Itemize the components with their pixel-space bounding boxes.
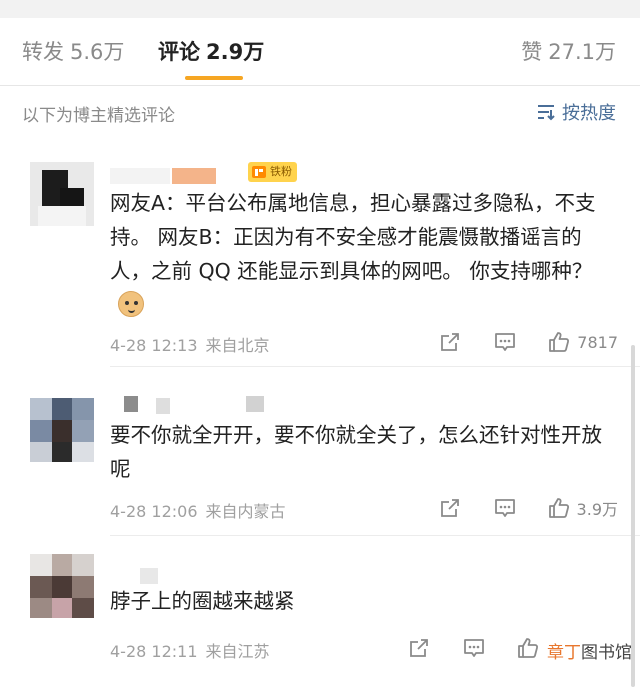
share-button[interactable] [439,497,461,519]
watermark: 章丁图书馆 [547,638,632,663]
avatar[interactable] [30,554,94,618]
top-band [0,0,640,18]
like-count: 3.9万 [576,500,618,519]
fan-badge-label: 铁粉 [270,165,292,178]
fan-badge: 铁粉 [248,162,297,182]
comment-actions: 3.9万 [439,496,618,520]
comment-item: 脖子上的圈越来越紧 4-28 12:11 来自江苏 [0,548,640,687]
reply-button[interactable] [493,331,517,353]
tab-reposts[interactable]: 转发 5.6万 [22,36,124,66]
comment-text-content: 脖子上的圈越来越紧 [110,589,295,613]
comment-bubble-icon [495,333,516,351]
tab-bar: 转发 5.6万 评论 2.9万 赞 27.1万 [0,18,640,86]
avatar[interactable] [30,162,94,226]
comment-item: 铁粉 网友A：平台公布属地信息，担心暴露过多隐私，不支持。 网友B：正因为有不安… [0,150,640,368]
comment-location: 来自内蒙古 [205,502,286,521]
like-button[interactable] [516,636,546,660]
comment-actions [408,636,546,660]
doge-emoji-icon [118,291,144,317]
comment-time: 4-28 12:06 [110,502,198,521]
comment-location: 来自北京 [205,336,270,355]
tab-comments[interactable]: 评论 2.9万 [158,36,264,66]
thumbs-up-icon [518,638,539,658]
avatar[interactable] [30,398,94,462]
watermark-text: 图书馆 [581,643,632,663]
tab-comments-label: 评论 [158,40,200,64]
username-blurred[interactable] [110,168,170,184]
thumbs-up-icon [548,498,569,518]
tab-likes-label: 赞 [521,40,543,64]
fan-badge-icon [252,166,266,178]
share-button[interactable] [408,637,430,659]
comment-meta: 4-28 12:11 来自江苏 [110,638,270,662]
sort-by-hot-button[interactable]: 按热度 [536,99,616,125]
like-count: 7817 [577,332,618,352]
comment-time: 4-28 12:11 [110,642,198,661]
comment-meta: 4-28 12:06 来自内蒙古 [110,498,286,522]
filter-bar: 以下为博主精选评论 按热度 [0,87,640,137]
thumbs-up-icon [549,332,570,352]
sort-lines-icon [538,105,555,121]
share-icon [441,333,460,351]
share-icon [440,499,459,517]
filter-caption: 以下为博主精选评论 [22,106,175,126]
comment-text: 脖子上的圈越来越紧 [110,584,610,618]
comment-text-content: 要不你就全开开，要不你就全关了，怎么还针对性开放呢 [110,423,602,481]
tab-reposts-label: 转发 [22,40,64,64]
comment-location: 来自江苏 [205,642,270,661]
tab-likes[interactable]: 赞 27.1万 [521,36,616,66]
tab-comments-count: 2.9万 [206,40,265,64]
divider [110,535,640,536]
share-button[interactable] [439,331,461,353]
share-icon [410,639,428,657]
username-blurred[interactable] [124,396,138,412]
comment-meta: 4-28 12:13 来自北京 [110,332,270,356]
username-blurred-part [156,398,170,414]
username-blurred-part [246,396,264,412]
username-blurred-accent [172,168,216,184]
scrollbar[interactable] [631,345,635,687]
comment-bubble-icon [464,639,484,657]
like-button[interactable]: 7817 [547,330,618,354]
tab-likes-count: 27.1万 [548,40,616,64]
reply-button[interactable] [493,497,517,519]
comment-text-content: 网友A：平台公布属地信息，担心暴露过多隐私，不支持。 网友B：正因为有不安全感才… [110,191,596,283]
username-blurred[interactable] [140,568,158,584]
tab-reposts-count: 5.6万 [70,40,125,64]
comment-bubble-icon [494,499,515,517]
sort-label: 按热度 [562,103,616,124]
comment-actions: 7817 [439,330,618,354]
comment-text: 要不你就全开开，要不你就全关了，怎么还针对性开放呢 [110,418,610,486]
reply-button[interactable] [462,637,486,659]
active-tab-indicator [185,76,243,80]
comment-text: 网友A：平台公布属地信息，担心暴露过多隐私，不支持。 网友B：正因为有不安全感才… [110,186,610,322]
like-button[interactable]: 3.9万 [547,496,618,520]
comment-item: 要不你就全开开，要不你就全关了，怎么还针对性开放呢 4-28 12:06 来自内蒙… [0,378,640,538]
comment-time: 4-28 12:13 [110,336,198,355]
watermark-accent: 章丁 [547,643,581,663]
divider [110,366,640,367]
